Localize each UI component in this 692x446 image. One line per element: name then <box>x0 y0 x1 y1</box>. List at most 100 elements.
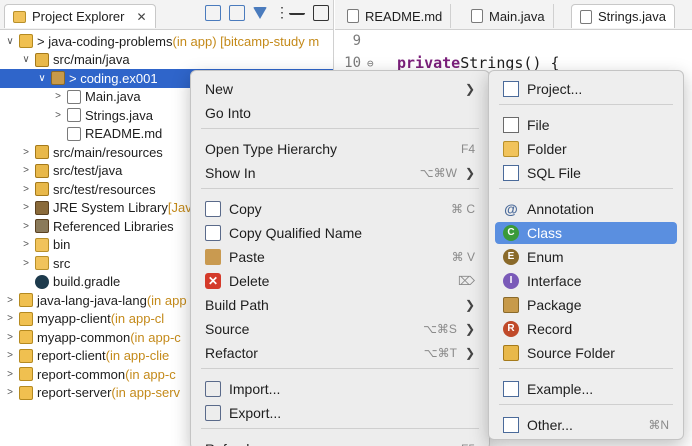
project-explorer-title: Project Explorer <box>32 9 125 24</box>
chevron-right-icon[interactable]: > <box>52 110 64 121</box>
folder-icon <box>503 141 519 157</box>
menu-item-source[interactable]: Source ⌥⌘S ❯ <box>197 318 483 340</box>
shortcut-label: ⌥⌘W <box>419 166 457 180</box>
proj-icon <box>19 330 33 345</box>
chevron-right-icon[interactable]: > <box>20 165 32 176</box>
filter-icon[interactable] <box>253 7 267 19</box>
menu-item-copy[interactable]: Copy ⌘ C <box>197 198 483 220</box>
java-file-icon <box>471 9 483 23</box>
fold-marker-icon[interactable]: ⊖ <box>367 57 381 70</box>
menu-item-show-in[interactable]: Show In ⌥⌘W ❯ <box>197 162 483 184</box>
tree-row[interactable]: ∨ > java-coding-problems (in app) [bitcam… <box>0 32 333 51</box>
editor-tab-label: Strings.java <box>598 9 666 24</box>
chevron-right-icon: ❯ <box>464 346 475 360</box>
proj-icon <box>19 311 33 326</box>
chevron-right-icon[interactable]: > <box>20 239 32 250</box>
menu-separator <box>499 188 673 189</box>
menu-item-paste[interactable]: Paste ⌘ V <box>197 246 483 268</box>
md-icon <box>67 126 81 141</box>
menu-item-label: Copy <box>229 201 262 217</box>
collapse-all-icon[interactable] <box>205 5 221 21</box>
tree-item-label: src/main/java <box>53 52 130 68</box>
line-number: 10 <box>344 55 361 71</box>
menu-item-interface[interactable]: I Interface <box>495 270 677 292</box>
chevron-right-icon[interactable]: > <box>4 313 16 324</box>
chevron-right-icon[interactable]: > <box>20 258 32 269</box>
menu-item-label: Build Path <box>205 297 269 313</box>
chevron-right-icon[interactable]: > <box>4 350 16 361</box>
menu-item-project[interactable]: Project... <box>495 78 677 100</box>
minimize-icon[interactable] <box>289 5 305 15</box>
editor-tab[interactable]: README.md <box>339 4 452 28</box>
pkg-icon <box>51 71 65 86</box>
menu-item-example[interactable]: Example... <box>495 378 677 400</box>
link-with-editor-icon[interactable] <box>229 5 245 21</box>
editor-tab[interactable]: Strings.java <box>571 4 675 28</box>
proj-icon <box>19 34 33 49</box>
chevron-right-icon[interactable]: > <box>4 332 16 343</box>
menu-item-refresh[interactable]: RefreshF5 <box>197 438 483 446</box>
menu-item-record[interactable]: R Record <box>495 318 677 340</box>
tree-row[interactable]: ∨ src/main/java <box>0 51 333 70</box>
view-menu-icon[interactable]: ⋮ <box>275 5 289 21</box>
menu-item-class[interactable]: C Class <box>495 222 677 244</box>
shortcut-label: ⌘ V <box>451 250 475 264</box>
tree-item-label: Strings.java <box>85 107 153 123</box>
chevron-right-icon[interactable]: > <box>52 91 64 102</box>
chevron-right-icon[interactable]: > <box>4 369 16 380</box>
menu-item-label: Go Into <box>205 105 251 121</box>
code-view[interactable]: 9 10 ⊖ private Strings() { <box>335 30 692 74</box>
menu-item-refactor[interactable]: Refactor ⌥⌘T ❯ <box>197 342 483 364</box>
menu-item-file[interactable]: File <box>495 114 677 136</box>
chevron-right-icon[interactable]: > <box>20 221 32 232</box>
menu-item-label: Package <box>527 297 582 313</box>
menu-item-folder[interactable]: Folder <box>495 138 677 160</box>
proj-icon <box>19 293 33 308</box>
menu-item-label: Source Folder <box>527 345 615 361</box>
menu-item-annotation[interactable]: @ Annotation <box>495 198 677 220</box>
menu-item-sql-file[interactable]: SQL File <box>495 162 677 184</box>
tree-item-label: > coding.ex001 <box>69 70 158 86</box>
pkg-icon <box>503 297 519 313</box>
folder-icon <box>35 256 49 271</box>
maximize-icon[interactable] <box>313 5 329 21</box>
java-file-icon <box>580 9 592 24</box>
tree-item-detail: (in app-cl <box>110 311 165 327</box>
shortcut-label: ⌘N <box>648 418 669 432</box>
exp-icon <box>205 405 221 421</box>
menu-item-import[interactable]: Import... <box>197 378 483 400</box>
java-icon <box>67 89 81 104</box>
shortcut-label: ⌥⌘S <box>423 322 457 336</box>
chevron-right-icon[interactable]: > <box>4 387 16 398</box>
chevron-right-icon[interactable]: > <box>20 184 32 195</box>
srcf-icon <box>35 52 49 67</box>
chevron-right-icon[interactable]: > <box>4 295 16 306</box>
menu-item-go-into[interactable]: Go Into <box>197 102 483 124</box>
menu-item-new[interactable]: New ❯ <box>197 78 483 100</box>
menu-item-source-folder[interactable]: Source Folder <box>495 342 677 364</box>
chevron-down-icon[interactable]: ∨ <box>4 36 16 47</box>
project-explorer-tab[interactable]: Project Explorer ✕ <box>4 4 156 28</box>
chevron-right-icon[interactable]: > <box>20 147 32 158</box>
menu-item-label: Class <box>527 225 563 241</box>
menu-item-other[interactable]: Other... ⌘N <box>495 414 677 436</box>
menu-separator <box>201 368 479 369</box>
menu-item-build-path[interactable]: Build Path ❯ <box>197 294 483 316</box>
chevron-down-icon[interactable]: ∨ <box>36 73 48 84</box>
menu-item-enum[interactable]: E Enum <box>495 246 677 268</box>
close-icon[interactable]: ✕ <box>136 10 146 24</box>
chevron-down-icon[interactable]: ∨ <box>20 54 32 65</box>
tree-item-label: myapp-client <box>37 311 111 327</box>
menu-separator <box>499 404 673 405</box>
menu-item-label: Copy Qualified Name <box>229 225 363 241</box>
menu-item-export[interactable]: Export... <box>197 402 483 424</box>
chevron-right-icon[interactable]: > <box>20 202 32 213</box>
menu-item-delete[interactable]: ✕ Delete ⌦ <box>197 270 483 292</box>
menu-item-open-type-hierarchy[interactable]: Open Type Hierarchy F4 <box>197 138 483 160</box>
menu-item-package[interactable]: Package <box>495 294 677 316</box>
menu-separator <box>201 128 479 129</box>
editor-tab[interactable]: Main.java <box>463 4 554 28</box>
proj-icon <box>19 385 33 400</box>
menu-item-label: Refactor <box>205 345 258 361</box>
menu-item-copy-qualified-name[interactable]: Copy Qualified Name <box>197 222 483 244</box>
